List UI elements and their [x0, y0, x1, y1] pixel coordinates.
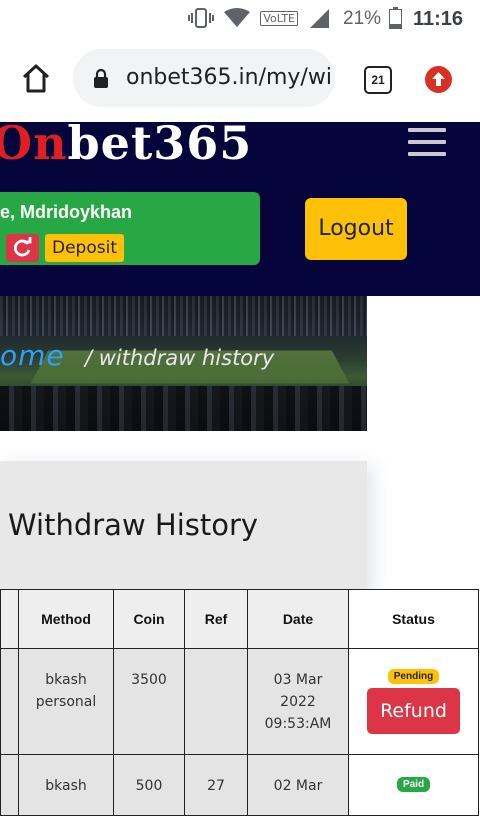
site-logo[interactable]: Onbet365	[0, 116, 252, 170]
date-cell: 03 Mar 2022 09:53:AM	[247, 648, 349, 755]
status-badge: Pending	[387, 669, 440, 684]
header-coin: Coin	[113, 589, 185, 649]
banner-crowd	[0, 296, 367, 336]
page-title: Withdraw History	[8, 508, 259, 542]
user-panel: e, Mdridoykhan Deposit	[0, 192, 260, 265]
table-header-row: Method Coin Ref Date Status	[0, 589, 479, 649]
clock: 11:16	[413, 8, 464, 30]
status-bar: VoLTE 21% 11:16	[0, 0, 480, 36]
tab-switcher-button[interactable]: 21	[364, 66, 392, 94]
battery-icon	[389, 7, 402, 29]
site-header: Onbet365 e, Mdridoykhan Deposit Logout	[0, 116, 480, 296]
header-cell-hidden	[0, 589, 19, 649]
welcome-text: e, Mdridoykhan	[0, 202, 133, 222]
method-cell: bkash personal	[18, 648, 114, 755]
status-cell: Pending Refund	[348, 648, 479, 755]
date-cell: 02 Mar	[247, 754, 349, 816]
lock-icon	[94, 69, 108, 88]
breadcrumb-home[interactable]: ome	[0, 339, 65, 372]
refund-button[interactable]: Refund	[367, 688, 460, 734]
update-icon[interactable]	[425, 66, 452, 93]
page-banner: ome / withdraw history	[0, 296, 367, 431]
arrow-up-icon	[432, 72, 445, 86]
address-bar[interactable]: onbet365.in/my/wi	[73, 49, 335, 107]
logout-button[interactable]: Logout	[305, 198, 407, 260]
ref-cell	[184, 648, 248, 755]
table-cell	[0, 648, 19, 755]
battery-percent: 21%	[343, 8, 382, 29]
method-cell: bkash	[18, 754, 114, 816]
coin-cell: 3500	[113, 648, 185, 755]
ref-cell: 27	[184, 754, 248, 816]
logo-rest: bet365	[67, 116, 253, 170]
home-icon[interactable]	[18, 60, 54, 96]
title-card: Withdraw History	[0, 461, 367, 591]
header-method: Method	[18, 589, 114, 649]
header-ref: Ref	[184, 589, 248, 649]
logo-prefix: On	[0, 116, 68, 170]
table-row: bkash personal 3500 03 Mar 2022 09:53:AM Pe…	[0, 648, 479, 755]
menu-icon[interactable]	[408, 128, 446, 164]
volte-icon: VoLTE	[260, 10, 298, 26]
deposit-button[interactable]: Deposit	[45, 234, 124, 262]
header-date: Date	[247, 589, 349, 649]
status-badge: Paid	[396, 777, 431, 792]
vibrate-icon	[188, 8, 215, 28]
signal-icon	[310, 9, 329, 28]
url-text: onbet365.in/my/wi	[126, 65, 332, 90]
breadcrumb-current: / withdraw history	[85, 346, 275, 370]
status-icons: VoLTE	[188, 7, 330, 29]
coin-cell: 500	[113, 754, 185, 816]
banner-fans	[0, 386, 367, 431]
refresh-button[interactable]	[6, 234, 39, 262]
wifi-icon	[224, 8, 251, 27]
table-cell	[0, 754, 19, 816]
status-cell: Paid	[348, 754, 479, 816]
header-status: Status	[348, 589, 479, 649]
refresh-icon	[13, 237, 32, 257]
browser-toolbar: onbet365.in/my/wi 21	[0, 36, 480, 123]
withdraw-table: Method Coin Ref Date Status bkash persona…	[0, 589, 480, 816]
table-row: bkash 500 27 02 Mar Paid	[0, 754, 479, 816]
